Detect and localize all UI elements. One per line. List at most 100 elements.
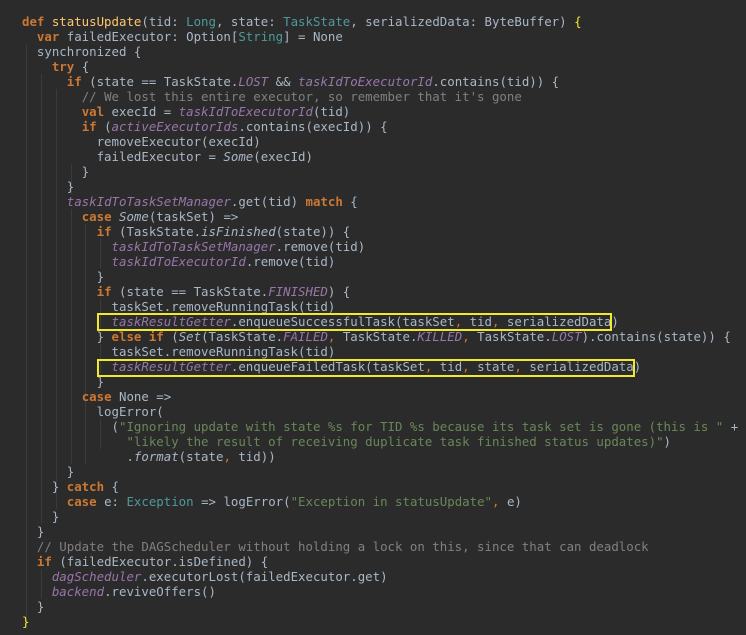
- code-line[interactable]: case e: Exception => logError("Exception…: [22, 494, 522, 509]
- code-line[interactable]: if (TaskState.isFinished(state)) {: [22, 224, 351, 239]
- code-line[interactable]: case None =>: [22, 389, 172, 404]
- code-token: (taskSet) =>: [148, 209, 239, 224]
- code-line[interactable]: taskSet.removeRunningTask(tid): [22, 299, 336, 314]
- code-line[interactable]: }: [22, 509, 59, 524]
- code-token: dagScheduler: [51, 569, 142, 584]
- code-line[interactable]: .format(state, tid)): [22, 449, 275, 464]
- code-token: "likely the result of receiving duplicat…: [126, 434, 664, 449]
- code-line[interactable]: }: [22, 614, 29, 629]
- code-token: if: [96, 284, 119, 299]
- code-line[interactable]: }: [22, 179, 74, 194]
- code-line[interactable]: // We lost this entire executor, so reme…: [22, 89, 522, 104]
- code-line[interactable]: if (activeExecutorIds.contains(execId)) …: [22, 119, 388, 134]
- code-line[interactable]: taskSet.removeRunningTask(tid): [22, 344, 336, 359]
- code-line[interactable]: }: [22, 464, 74, 479]
- code-token: // Update the DAGScheduler without holdi…: [36, 539, 649, 554]
- code-line[interactable]: ("Ignoring update with state %s for TID …: [22, 419, 739, 434]
- code-line[interactable]: } else if (Set(TaskState.FAILED, TaskSta…: [22, 329, 731, 344]
- code-token: TaskState: [283, 14, 351, 29]
- code-line[interactable]: taskResultGetter.enqueueFailedTask(taskS…: [22, 359, 642, 374]
- code-token: (state: [178, 449, 224, 464]
- code-line[interactable]: logError(: [22, 404, 164, 419]
- code-token: .: [22, 449, 134, 464]
- code-token: if: [96, 224, 119, 239]
- code-line[interactable]: }: [22, 599, 44, 614]
- code-editor[interactable]: def statusUpdate(tid: Long, state: TaskS…: [0, 0, 746, 635]
- code-token: (: [171, 329, 179, 344]
- code-token: ) {: [327, 284, 351, 299]
- code-token: (TaskState.: [119, 224, 202, 239]
- code-token: format: [133, 449, 179, 464]
- code-token: , state:: [215, 14, 284, 29]
- code-token: "Ignoring update with state %s for TID %…: [118, 419, 724, 434]
- code-token: state: [477, 359, 515, 374]
- code-line[interactable]: removeExecutor(execId): [22, 134, 261, 149]
- code-token: .reviveOffers(): [104, 584, 216, 599]
- code-token: => logError(: [193, 494, 291, 509]
- code-token: }: [22, 524, 45, 539]
- code-token: ,: [223, 449, 239, 464]
- code-token: {: [81, 59, 90, 74]
- code-token: Long: [186, 14, 216, 29]
- code-line[interactable]: taskResultGetter.enqueueSuccessfulTask(t…: [22, 314, 619, 329]
- code-token: case: [81, 389, 119, 404]
- code-line[interactable]: var failedExecutor: Option[String] = Non…: [22, 29, 343, 44]
- code-line[interactable]: taskIdToTaskSetManager.remove(tid): [22, 239, 366, 254]
- code-token: // We lost this entire executor, so reme…: [81, 89, 522, 104]
- code-token: if: [36, 554, 60, 569]
- code-line[interactable]: }: [22, 269, 104, 284]
- code-token: , serializedData: ByteBuffer): [350, 14, 575, 29]
- code-line[interactable]: if (state == TaskState.LOST && taskIdToE…: [22, 74, 559, 89]
- code-line[interactable]: failedExecutor = Some(execId): [22, 149, 313, 164]
- code-line[interactable]: dagScheduler.executorLost(failedExecutor…: [22, 569, 388, 584]
- code-token: failedExecutor: Option[: [66, 29, 239, 44]
- code-line[interactable]: backend.reviveOffers(): [22, 584, 216, 599]
- code-line[interactable]: taskIdToExecutorId.remove(tid): [22, 254, 336, 269]
- code-line[interactable]: case Some(taskSet) =>: [22, 209, 239, 224]
- code-line[interactable]: try {: [22, 59, 89, 74]
- code-token: }: [22, 479, 67, 494]
- code-line[interactable]: }: [22, 164, 89, 179]
- code-line[interactable]: "likely the result of receiving duplicat…: [22, 434, 671, 449]
- code-token: ,: [492, 314, 507, 329]
- code-token: taskResultGetter: [111, 314, 231, 329]
- code-line[interactable]: val execId = taskIdToExecutorId(tid): [22, 104, 351, 119]
- code-token: execId =: [111, 104, 179, 119]
- code-token: KILLED: [417, 329, 463, 344]
- code-token: def: [22, 14, 52, 29]
- code-line[interactable]: synchronized {: [22, 44, 141, 59]
- code-line[interactable]: } catch {: [22, 479, 119, 494]
- code-line[interactable]: }: [22, 374, 104, 389]
- code-line[interactable]: if (state == TaskState.FINISHED) {: [22, 284, 351, 299]
- code-token: taskSet.removeRunningTask(tid): [22, 344, 336, 359]
- code-token: }: [22, 374, 105, 389]
- code-token: activeExecutorIds: [111, 119, 239, 134]
- code-token: .executorLost(failedExecutor.get): [141, 569, 388, 584]
- code-line[interactable]: // Update the DAGScheduler without holdi…: [22, 539, 649, 554]
- code-line[interactable]: }: [22, 524, 44, 539]
- code-token: (state == TaskState.: [119, 284, 269, 299]
- code-token: e): [506, 494, 522, 509]
- code-token: }: [22, 179, 75, 194]
- code-line[interactable]: def statusUpdate(tid: Long, state: TaskS…: [22, 14, 582, 29]
- code-line[interactable]: if (failedExecutor.isDefined) {: [22, 554, 268, 569]
- code-token: "Exception in statusUpdate": [290, 494, 493, 509]
- code-token: .contains(execId)) {: [238, 119, 388, 134]
- code-token: (tid): [312, 104, 351, 119]
- code-line[interactable]: taskIdToTaskSetManager.get(tid) match {: [22, 194, 358, 209]
- code-token: e:: [104, 494, 127, 509]
- code-token: taskIdToTaskSetManager: [66, 194, 231, 209]
- code-token: .remove(tid): [275, 239, 366, 254]
- code-token: taskIdToExecutorId: [111, 254, 246, 269]
- code-token: match: [305, 194, 351, 209]
- code-token: }: [22, 269, 105, 284]
